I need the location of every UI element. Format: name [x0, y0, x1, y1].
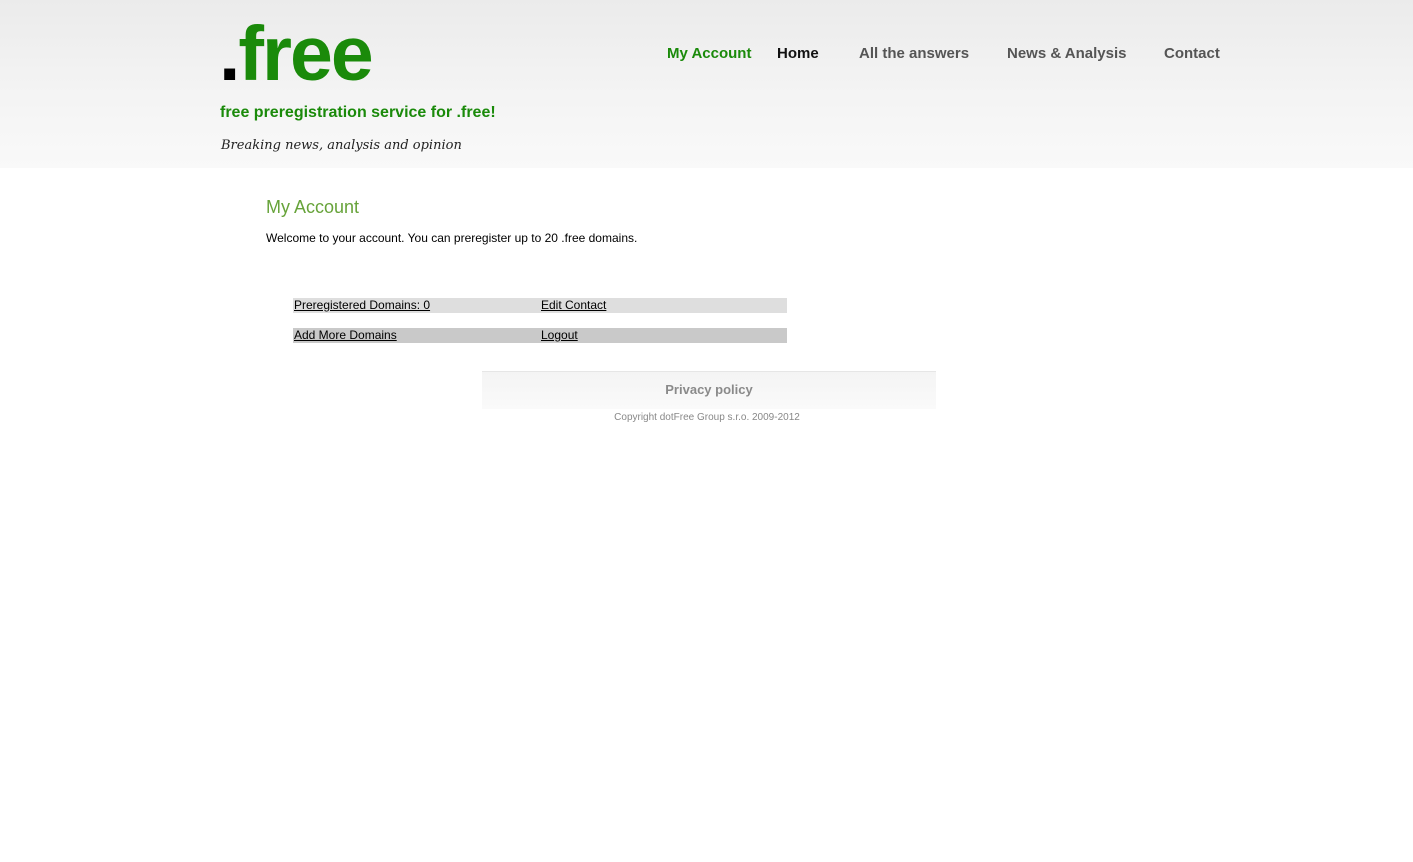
add-more-domains-link[interactable]: Add More Domains — [294, 328, 397, 343]
preregistered-domains-link[interactable]: Preregistered Domains: 0 — [294, 298, 430, 313]
logo-text: free — [238, 11, 373, 97]
subtagline: Breaking news, analysis and opinion — [221, 138, 462, 153]
account-row: Preregistered Domains: 0 Edit Contact — [293, 298, 787, 313]
nav-all-the-answers[interactable]: All the answers — [859, 45, 969, 62]
footer-bar: Privacy policy — [482, 371, 936, 409]
nav-contact[interactable]: Contact — [1164, 45, 1220, 62]
nav-my-account[interactable]: My Account — [667, 45, 751, 62]
welcome-text: Welcome to your account. You can preregi… — [266, 231, 638, 245]
tagline: free preregistration service for .free! — [220, 104, 496, 121]
page-title: My Account — [266, 197, 360, 217]
header: .free free preregistration service for .… — [0, 0, 1413, 168]
account-row: Add More Domains Logout — [293, 328, 787, 343]
site-logo[interactable]: .free — [219, 11, 374, 97]
nav-news-analysis[interactable]: News & Analysis — [1007, 45, 1127, 62]
edit-contact-link[interactable]: Edit Contact — [541, 298, 606, 313]
privacy-policy-link[interactable]: Privacy policy — [482, 382, 936, 397]
logo-dot: . — [219, 11, 240, 97]
copyright: Copyright dotFree Group s.r.o. 2009-2012 — [614, 412, 800, 423]
logout-link[interactable]: Logout — [541, 328, 578, 343]
nav-home[interactable]: Home — [777, 45, 819, 62]
